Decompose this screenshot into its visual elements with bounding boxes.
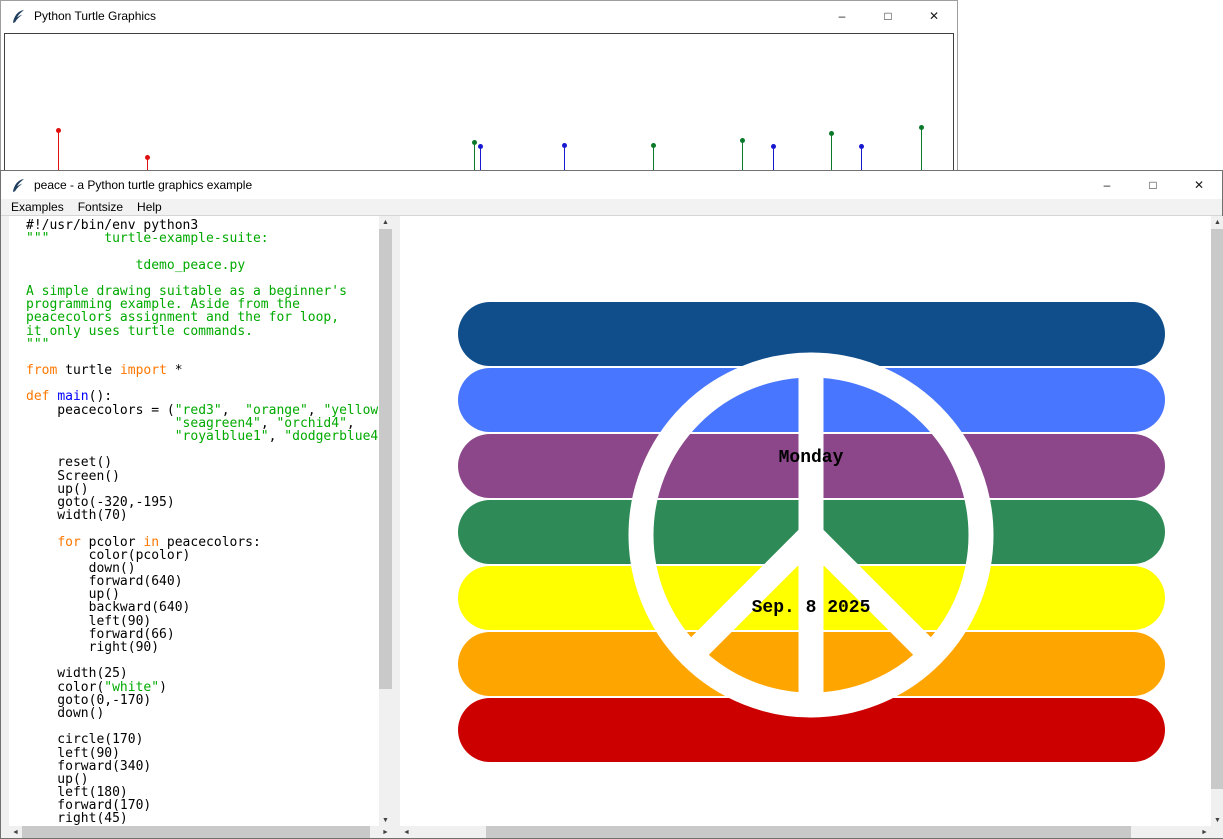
menubar: Examples Fontsize Help [1,199,1222,216]
bg-maximize-button[interactable]: □ [865,1,911,31]
code-line: "royalblue1", "dodgerblue4") [26,430,379,443]
code-horizontal-scrollbar[interactable]: ◄ ► [9,826,392,838]
turtle-sprout-dot [859,144,864,149]
canvas-hscroll-thumb[interactable] [486,826,1131,838]
code-line: """ turtle-example-suite: [26,232,379,245]
scroll-right-arrow-icon[interactable]: ► [379,826,392,838]
turtle-sprout-dot [56,128,61,133]
turtle-sprout-stem [831,134,832,174]
code-vscroll-thumb[interactable] [379,229,392,689]
scroll-down-arrow-icon[interactable]: ▼ [379,814,392,826]
code-vertical-scrollbar[interactable]: ▲ ▼ [379,216,392,826]
scroll-left-arrow-icon[interactable]: ◄ [400,826,413,838]
turtle-sprout-dot [472,140,477,145]
menu-help[interactable]: Help [130,200,169,214]
peace-example-window: peace - a Python turtle graphics example… [0,170,1223,839]
canvas-vscroll-thumb[interactable] [1211,229,1223,789]
code-line: down() [26,707,379,720]
maximize-button[interactable]: □ [1130,171,1176,199]
turtle-sprout-dot [478,144,483,149]
turtle-canvas: Monday Sep. 8 2025 [400,216,1211,826]
peace-window-title: peace - a Python turtle graphics example [34,178,252,192]
scrollbar-corner [1211,826,1223,838]
scroll-up-arrow-icon[interactable]: ▲ [1211,216,1223,228]
menu-examples[interactable]: Examples [4,200,71,214]
code-line: """ [26,338,379,351]
minimize-button[interactable]: – [1084,171,1130,199]
scroll-up-arrow-icon[interactable]: ▲ [379,216,392,228]
code-hscroll-thumb[interactable] [22,826,370,838]
canvas-horizontal-scrollbar[interactable]: ◄ ► [400,826,1211,838]
peace-sign [400,216,1211,826]
turtle-sprout-dot [562,143,567,148]
turtle-sprout-dot [829,131,834,136]
turtle-sprout-dot [919,125,924,130]
menu-fontsize[interactable]: Fontsize [71,200,130,214]
turtle-sprout-stem [58,131,59,174]
turtle-feather-icon [12,178,25,193]
scroll-right-arrow-icon[interactable]: ► [1198,826,1211,838]
code-line: from turtle import * [26,364,379,377]
code-line: width(70) [26,509,379,522]
bg-minimize-button[interactable]: – [819,1,865,31]
bg-close-button[interactable]: ✕ [911,1,957,31]
turtle-sprout-dot [740,138,745,143]
scroll-left-arrow-icon[interactable]: ◄ [9,826,22,838]
canvas-label-weekday: Monday [779,448,844,468]
canvas-vertical-scrollbar[interactable]: ▲ ▼ [1211,216,1223,826]
close-button[interactable]: ✕ [1176,171,1222,199]
bg-window-controls: – □ ✕ [819,1,957,31]
turtle-feather-icon [12,9,25,24]
canvas-label-date: Sep. 8 2025 [752,598,871,618]
code-line: right(90) [26,641,379,654]
bg-window-titlebar[interactable]: Python Turtle Graphics – □ ✕ [1,1,957,31]
peace-window-titlebar[interactable]: peace - a Python turtle graphics example… [1,171,1222,199]
turtle-sprout-dot [771,144,776,149]
turtle-sprout-dot [145,155,150,160]
code-line: it only uses turtle commands. [26,325,379,338]
scroll-down-arrow-icon[interactable]: ▼ [1211,814,1223,826]
peace-window-controls: – □ ✕ [1084,171,1222,199]
turtle-sprout-stem [921,128,922,174]
code-editor[interactable]: #!/usr/bin/env python3""" turtle-example… [9,216,379,826]
bg-window-title: Python Turtle Graphics [34,9,156,23]
code-line: tdemo_peace.py [26,259,379,272]
turtle-sprout-dot [651,143,656,148]
